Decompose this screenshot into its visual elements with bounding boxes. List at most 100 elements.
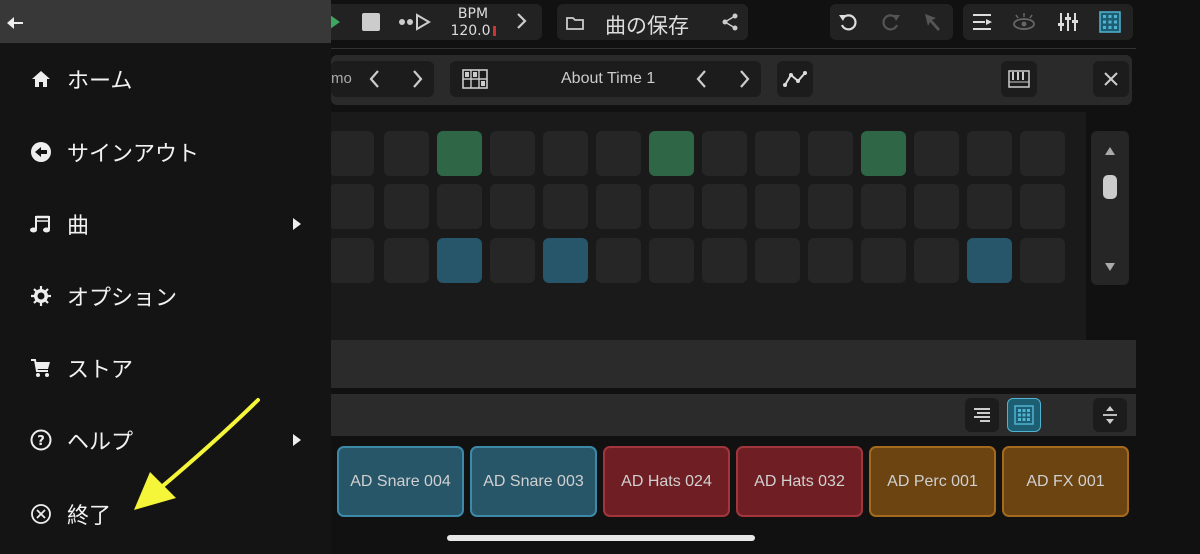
- step-cell[interactable]: [649, 131, 694, 176]
- step-cell[interactable]: [755, 238, 800, 283]
- chevron-right-icon[interactable]: [407, 68, 427, 90]
- menu-item-home[interactable]: ホーム: [0, 51, 331, 107]
- step-cell[interactable]: [914, 184, 959, 229]
- scroll-up-icon[interactable]: [1105, 147, 1115, 155]
- eye-icon[interactable]: [1011, 12, 1037, 32]
- keyboard-button[interactable]: [1001, 61, 1037, 97]
- step-cell[interactable]: [596, 238, 641, 283]
- redo-icon[interactable]: [880, 11, 902, 33]
- step-cell[interactable]: [702, 184, 747, 229]
- song-group[interactable]: 曲の保存: [557, 4, 748, 40]
- cart-icon: [30, 357, 52, 379]
- step-cell[interactable]: [649, 184, 694, 229]
- menu-item-store[interactable]: ストア: [0, 340, 331, 396]
- step-cell[interactable]: [967, 238, 1012, 283]
- stop-icon[interactable]: [362, 13, 380, 31]
- scene-grid-icon[interactable]: [462, 69, 488, 89]
- list-view-button[interactable]: [965, 398, 999, 432]
- chevron-left-icon[interactable]: [692, 68, 712, 90]
- step-cell[interactable]: [755, 131, 800, 176]
- pad-grid-button[interactable]: [1007, 398, 1041, 432]
- scene-name: About Time 1: [561, 70, 656, 87]
- step-cell[interactable]: [543, 184, 588, 229]
- mixer-icon[interactable]: [1057, 11, 1079, 33]
- pad-button[interactable]: AD FX 001: [1002, 446, 1129, 517]
- folder-icon[interactable]: [566, 15, 584, 30]
- record-mode-icon[interactable]: [398, 12, 434, 32]
- chevron-right-icon[interactable]: [512, 11, 532, 31]
- automation-button[interactable]: [777, 61, 813, 97]
- align-icon[interactable]: [972, 12, 994, 32]
- step-cell[interactable]: [1020, 184, 1065, 229]
- step-cell[interactable]: [437, 131, 482, 176]
- grid-view-icon[interactable]: [1099, 11, 1121, 33]
- step-cell[interactable]: [967, 131, 1012, 176]
- step-cell[interactable]: [808, 184, 853, 229]
- step-cell[interactable]: [1020, 131, 1065, 176]
- step-cell[interactable]: [329, 131, 374, 176]
- close-button[interactable]: [1093, 61, 1129, 97]
- step-cell[interactable]: [914, 131, 959, 176]
- step-cell[interactable]: [808, 131, 853, 176]
- step-cell[interactable]: [437, 238, 482, 283]
- step-cell[interactable]: [329, 238, 374, 283]
- step-cell[interactable]: [702, 131, 747, 176]
- submenu-arrow-icon: [293, 218, 301, 230]
- step-cell[interactable]: [596, 184, 641, 229]
- step-cell[interactable]: [861, 238, 906, 283]
- pad-label: AD FX 001: [1026, 472, 1105, 490]
- close-circle-icon: [30, 503, 52, 525]
- chevron-right-icon[interactable]: [734, 68, 754, 90]
- play-icon[interactable]: [330, 15, 340, 29]
- pad-button[interactable]: AD Snare 003: [470, 446, 597, 517]
- step-cell[interactable]: [437, 184, 482, 229]
- step-cell[interactable]: [543, 238, 588, 283]
- step-cell[interactable]: [384, 131, 429, 176]
- menu-item-options[interactable]: オプション: [0, 268, 331, 324]
- menu-item-song[interactable]: 曲: [0, 196, 331, 252]
- undo-icon[interactable]: [837, 11, 859, 33]
- pad-button[interactable]: AD Perc 001: [869, 446, 996, 517]
- step-cell[interactable]: [755, 184, 800, 229]
- step-cell[interactable]: [384, 184, 429, 229]
- step-cell[interactable]: [702, 238, 747, 283]
- chevron-left-icon[interactable]: [365, 68, 385, 90]
- step-cell[interactable]: [861, 184, 906, 229]
- step-cell[interactable]: [1020, 238, 1065, 283]
- step-cell[interactable]: [861, 131, 906, 176]
- pad-button[interactable]: AD Snare 004: [337, 446, 464, 517]
- step-cell[interactable]: [490, 238, 535, 283]
- vertical-scrollbar[interactable]: [1091, 131, 1129, 285]
- step-cell[interactable]: [329, 184, 374, 229]
- step-cell[interactable]: [384, 238, 429, 283]
- home-icon: [30, 68, 52, 90]
- automation-curve-icon: [783, 69, 807, 89]
- step-cell[interactable]: [596, 131, 641, 176]
- pad-button[interactable]: AD Hats 024: [603, 446, 730, 517]
- share-icon[interactable]: [721, 13, 739, 31]
- menu-item-sign-out[interactable]: サインアウト: [0, 124, 331, 180]
- scroll-down-icon[interactable]: [1105, 263, 1115, 271]
- step-cell[interactable]: [490, 184, 535, 229]
- pad-label: AD Hats 024: [621, 472, 712, 490]
- back-arrow-icon[interactable]: [6, 15, 24, 29]
- pointer-icon[interactable]: [922, 11, 944, 33]
- menu-item-label: 曲: [67, 214, 90, 239]
- home-indicator[interactable]: [447, 535, 755, 541]
- view-group: [963, 4, 1133, 40]
- bpm-display[interactable]: BPM 120.0: [448, 6, 498, 39]
- scene-selector[interactable]: About Time 1: [450, 61, 761, 97]
- step-cell[interactable]: [543, 131, 588, 176]
- menu-item-label: サインアウト: [67, 142, 200, 167]
- scroll-thumb[interactable]: [1103, 175, 1117, 199]
- step-cell[interactable]: [914, 238, 959, 283]
- pattern-selector[interactable]: mo: [331, 61, 434, 97]
- step-cell[interactable]: [490, 131, 535, 176]
- step-cell[interactable]: [649, 238, 694, 283]
- pad-button[interactable]: AD Hats 032: [736, 446, 863, 517]
- resize-button[interactable]: [1093, 398, 1127, 432]
- song-title[interactable]: 曲の保存: [605, 10, 689, 40]
- step-cell[interactable]: [967, 184, 1012, 229]
- step-cell[interactable]: [808, 238, 853, 283]
- grid-view-icon: [1014, 405, 1034, 425]
